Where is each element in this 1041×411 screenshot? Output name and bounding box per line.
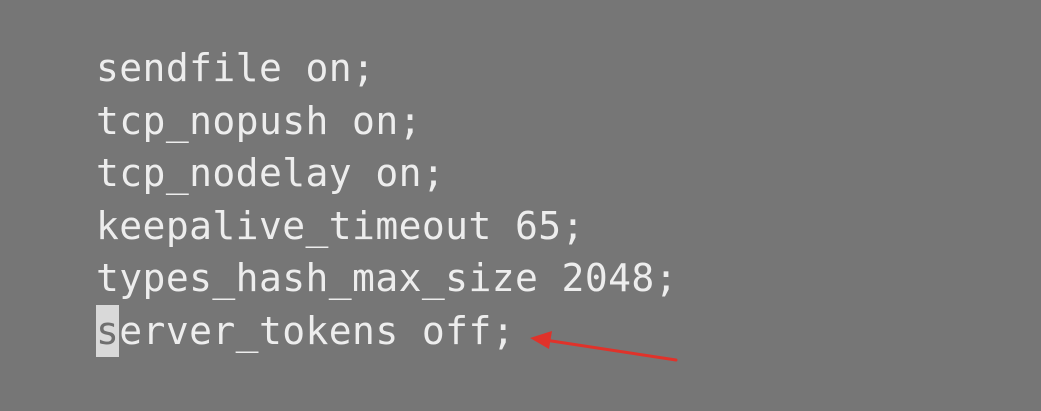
config-text-area[interactable]: sendfile on; tcp_nopush on; tcp_nodelay … <box>96 42 678 357</box>
config-line-server-tokens: server_tokens off; <box>96 304 678 357</box>
config-line-sendfile: sendfile on; <box>96 46 376 90</box>
config-line-keepalive-timeout: keepalive_timeout 65; <box>96 203 585 248</box>
terminal-screen: sendfile on; tcp_nopush on; tcp_nodelay … <box>0 0 1041 411</box>
text-cursor: s <box>96 304 120 357</box>
config-line-server-tokens-rest: erver_tokens off; <box>119 308 516 353</box>
config-line-tcp-nopush: tcp_nopush on; <box>96 98 422 143</box>
config-line-types-hash-max-size: types_hash_max_size 2048; <box>96 256 678 300</box>
config-line-tcp-nodelay: tcp_nodelay on; <box>96 151 446 195</box>
